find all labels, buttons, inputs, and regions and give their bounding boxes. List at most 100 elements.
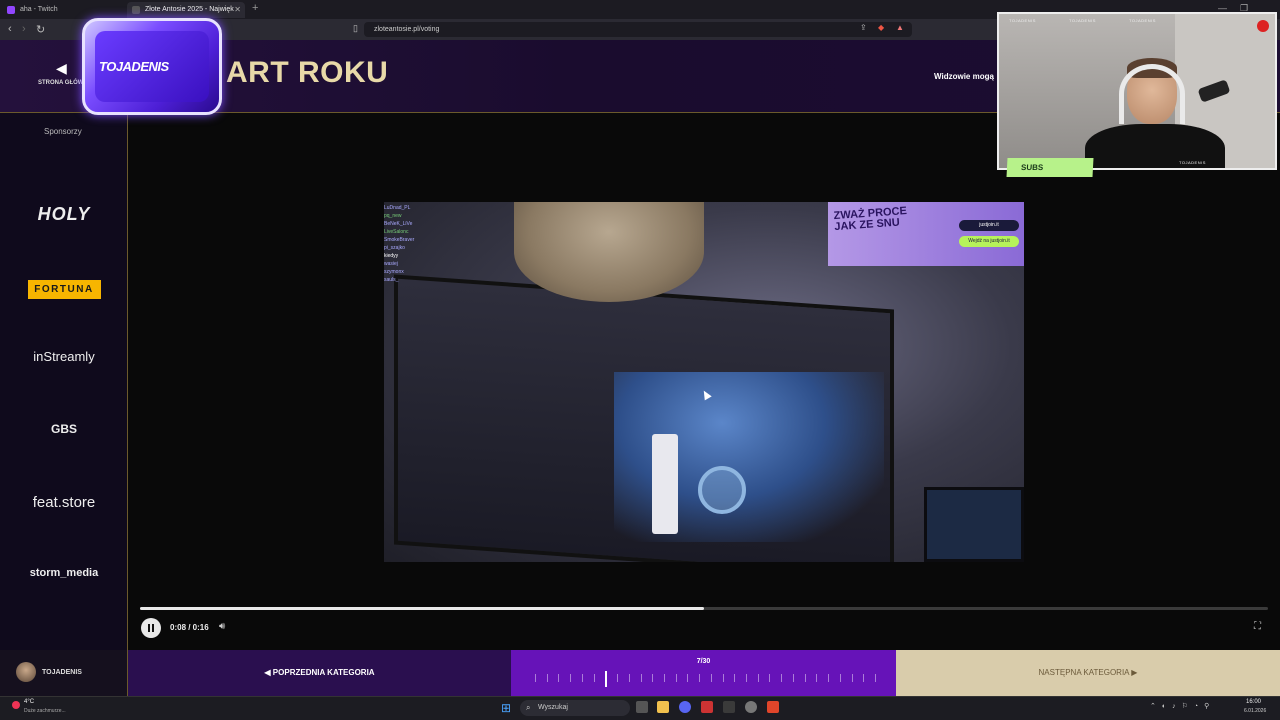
tab-zloteantosie[interactable]: Złote Antosie 2025 - Najwięk ✕ xyxy=(127,2,245,18)
category-tick xyxy=(558,674,560,682)
bookmark-icon[interactable]: ▯ xyxy=(353,23,358,34)
category-tick xyxy=(804,674,806,682)
search-icon: ⌕ xyxy=(526,703,531,712)
avatar xyxy=(16,662,36,682)
brave-shield-icon[interactable]: ◆ xyxy=(878,23,884,32)
ad-button-enter[interactable]: Wejdź na justjoin.it xyxy=(959,236,1019,247)
chat-line: kiedyy xyxy=(384,253,399,259)
next-category-button[interactable]: NASTĘPNA KATEGORIA ▶ xyxy=(896,650,1280,696)
video-progress-bar[interactable] xyxy=(140,607,1268,610)
category-tick xyxy=(734,674,736,682)
url-field[interactable]: zloteantosie.pl/voting xyxy=(364,22,912,37)
clock-date: 6.01.2026 xyxy=(1244,708,1267,714)
sponsors-label: Sponsorzy xyxy=(44,127,82,136)
category-tick xyxy=(581,674,583,682)
category-tick xyxy=(792,674,794,682)
new-tab-button[interactable]: + xyxy=(252,2,258,14)
home-link[interactable]: STRONA GŁÓW xyxy=(38,80,83,86)
url-text: zloteantosie.pl/voting xyxy=(374,26,440,33)
search-placeholder: Wyszukaj xyxy=(538,704,568,711)
embedded-chat: LuDnad_PL pq_new BeNeK_LiVe LiveSalonc S… xyxy=(384,204,454,284)
system-tray[interactable]: ⌃◐♪⚐◔⚲ xyxy=(1150,702,1215,710)
sponsor-fortuna-logo: FORTUNA xyxy=(27,280,101,299)
arrow-right-icon: ▶ xyxy=(1129,668,1138,677)
ad-button-site[interactable]: justjoin.it xyxy=(959,220,1019,231)
category-tick xyxy=(816,674,818,682)
logo-text: TOJADENIS xyxy=(99,59,169,74)
chat-line: pi_szajko xyxy=(384,245,405,251)
taskbar-search[interactable]: ⌕ Wyszukaj xyxy=(520,700,630,716)
pause-button[interactable] xyxy=(141,618,161,638)
sponsor-gbs[interactable]: GBS xyxy=(0,422,128,436)
monitor-image xyxy=(924,487,1024,562)
category-tick xyxy=(769,674,771,682)
category-tick xyxy=(851,674,853,682)
cam-watermark: TOJADENIS xyxy=(1069,18,1096,23)
file-explorer-icon[interactable] xyxy=(657,701,669,713)
category-tick xyxy=(699,674,701,682)
category-tick xyxy=(535,674,536,682)
app-icon[interactable] xyxy=(701,701,713,713)
cat-image xyxy=(514,202,704,302)
sponsor-stormmedia[interactable]: storm_media xyxy=(0,567,128,579)
category-progress: 7/30 xyxy=(511,650,896,696)
viewers-note: Widzowie mogą xyxy=(934,72,994,81)
category-tick xyxy=(710,674,712,682)
category-tick xyxy=(570,674,572,682)
video-progress-fill xyxy=(140,607,704,610)
sponsor-fortuna[interactable]: FORTUNA xyxy=(0,279,128,299)
app-icon[interactable] xyxy=(723,701,735,713)
category-tick xyxy=(746,674,748,682)
category-tick xyxy=(839,674,841,682)
volume-icon[interactable]: 🔊︎ xyxy=(219,621,225,632)
tab-twitch[interactable]: aha - Twitch xyxy=(2,2,122,18)
share-icon[interactable]: ⇪ xyxy=(860,23,867,32)
cam-watermark: TOJADENIS xyxy=(1179,160,1206,165)
cam-watermark: TOJADENIS xyxy=(1009,18,1036,23)
weather-temp: 4°C xyxy=(24,699,35,705)
streamer-logo: TOJADENIS xyxy=(82,18,222,115)
chat-line: BeNeK_LiVe xyxy=(384,221,413,227)
forward-icon[interactable]: › xyxy=(22,23,26,35)
ram-stick xyxy=(652,434,678,534)
previous-category-button[interactable]: ◀ POPRZEDNIA KATEGORIA xyxy=(128,650,511,696)
brave-icon[interactable] xyxy=(767,701,779,713)
category-tick xyxy=(863,674,865,682)
clock-time: 16:00 xyxy=(1246,699,1262,705)
category-ticks xyxy=(535,671,876,687)
sponsors-sidebar xyxy=(0,113,128,696)
next-category-label: NASTĘPNA KATEGORIA xyxy=(1038,668,1130,677)
category-tick xyxy=(617,674,619,682)
category-tick xyxy=(828,674,830,682)
sponsor-instreamly[interactable]: inStreamly xyxy=(0,349,128,364)
close-tab-icon[interactable]: ✕ xyxy=(234,2,241,18)
video-player[interactable]: LuDnad_PL pq_new BeNeK_LiVe LiveSalonc S… xyxy=(384,202,1024,562)
category-count: 7/30 xyxy=(696,658,711,665)
category-tick xyxy=(652,674,654,682)
task-view-icon[interactable] xyxy=(636,701,648,713)
category-tick xyxy=(757,674,759,682)
sponsor-holy[interactable]: HOLY xyxy=(0,204,128,225)
discord-icon[interactable] xyxy=(679,701,691,713)
category-tick xyxy=(781,674,783,682)
category-tick xyxy=(722,674,724,682)
justjoin-ad[interactable]: ZWAŻ PROCE JAK ZE SNU justjoin.it Wejdź … xyxy=(828,202,1024,266)
fan-icon xyxy=(698,466,746,514)
tab-title: aha - Twitch xyxy=(20,6,58,13)
subs-badge: SUBS xyxy=(1006,158,1094,177)
ad-headline: ZWAŻ PROCE JAK ZE SNU xyxy=(833,205,908,234)
back-arrow-icon[interactable]: ◀ xyxy=(56,60,67,77)
weather-icon[interactable] xyxy=(12,701,20,709)
record-icon xyxy=(1257,20,1269,32)
obs-icon[interactable] xyxy=(745,701,757,713)
back-icon[interactable]: ‹ xyxy=(8,23,12,35)
webcam-overlay: TOJADENIS TOJADENIS TOJADENIS TOJADENIS xyxy=(997,12,1277,170)
sponsor-featstore[interactable]: feat.store xyxy=(0,494,128,511)
rewards-icon[interactable]: ▲ xyxy=(896,23,904,32)
reload-icon[interactable]: ↻ xyxy=(36,23,45,36)
user-name: TOJADENIS xyxy=(42,669,82,676)
fullscreen-icon[interactable]: ⛶ xyxy=(1254,621,1261,632)
windows-start-icon[interactable]: ⊞ xyxy=(501,701,511,715)
chat-line: pq_new xyxy=(384,213,402,219)
tab-title: Złote Antosie 2025 - Najwięk xyxy=(145,6,234,13)
